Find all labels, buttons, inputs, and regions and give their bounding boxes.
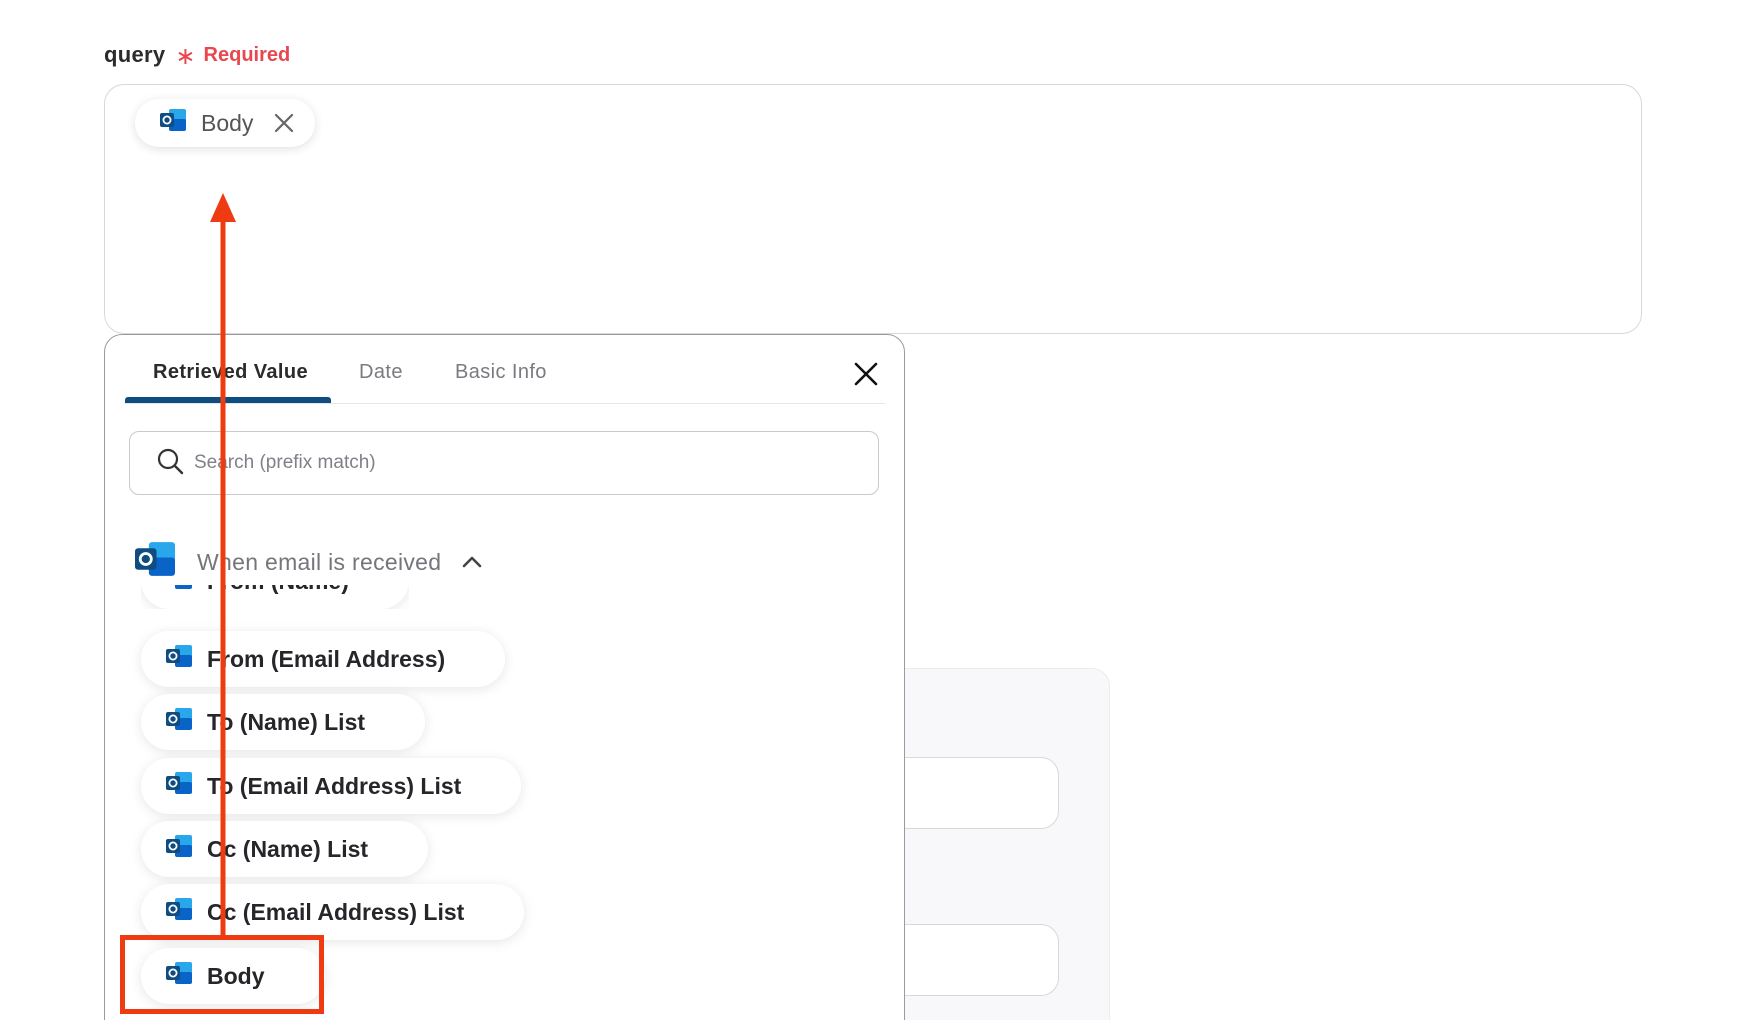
popup-tabs: Retrieved Value Date Basic Info (125, 335, 885, 404)
list-item[interactable]: To (Name) List (141, 694, 426, 750)
value-picker-popup: Retrieved Value Date Basic Info Search (… (104, 334, 905, 1020)
list-item-label: From (Email Address) (207, 645, 446, 672)
active-tab-indicator (125, 397, 331, 403)
list-item-label: Cc (Name) List (207, 835, 369, 862)
outlook-icon (133, 539, 177, 585)
outlook-icon (165, 770, 193, 802)
close-icon[interactable] (271, 110, 297, 136)
group-title: When email is received (197, 548, 442, 575)
page: query ∗ Required Body Retrieved Value Da… (0, 0, 1752, 1020)
close-icon[interactable] (851, 359, 881, 389)
tab-basic-info[interactable]: Basic Info (455, 361, 547, 384)
search-icon (156, 447, 184, 480)
query-field-name: query (104, 42, 166, 67)
query-chip-body[interactable]: Body (135, 99, 316, 147)
query-label: query ∗ Required (104, 42, 291, 70)
outlook-icon (165, 643, 193, 675)
highlight-box (120, 935, 324, 1014)
outlook-icon (159, 107, 187, 139)
query-chip-label: Body (201, 109, 254, 136)
chevron-up-icon[interactable] (461, 549, 483, 576)
tab-date[interactable]: Date (359, 361, 403, 384)
search-box[interactable] (129, 431, 879, 495)
background-input-2[interactable] (880, 924, 1059, 996)
list-item[interactable]: To (Email Address) List (141, 758, 522, 814)
list-item-label: To (Email Address) List (207, 772, 462, 799)
background-input-1[interactable] (880, 757, 1059, 829)
required-text: Required (203, 43, 291, 66)
list-item-label: Cc (Email Address) List (207, 898, 465, 925)
search-input[interactable] (192, 451, 836, 475)
tab-retrieved-value[interactable]: Retrieved Value (153, 361, 308, 384)
required-asterisk: ∗ (175, 43, 196, 70)
query-input-box[interactable]: Body (104, 84, 1642, 334)
outlook-icon (165, 896, 193, 928)
list-item[interactable]: Cc (Name) List (141, 821, 429, 877)
list-item[interactable]: From (Email Address) (141, 631, 506, 687)
outlook-icon (165, 833, 193, 865)
group-header-email-received[interactable]: When email is received (133, 539, 483, 585)
list-item-label: To (Name) List (207, 708, 366, 735)
outlook-icon (165, 706, 193, 738)
list-item[interactable]: Cc (Email Address) List (141, 884, 525, 940)
